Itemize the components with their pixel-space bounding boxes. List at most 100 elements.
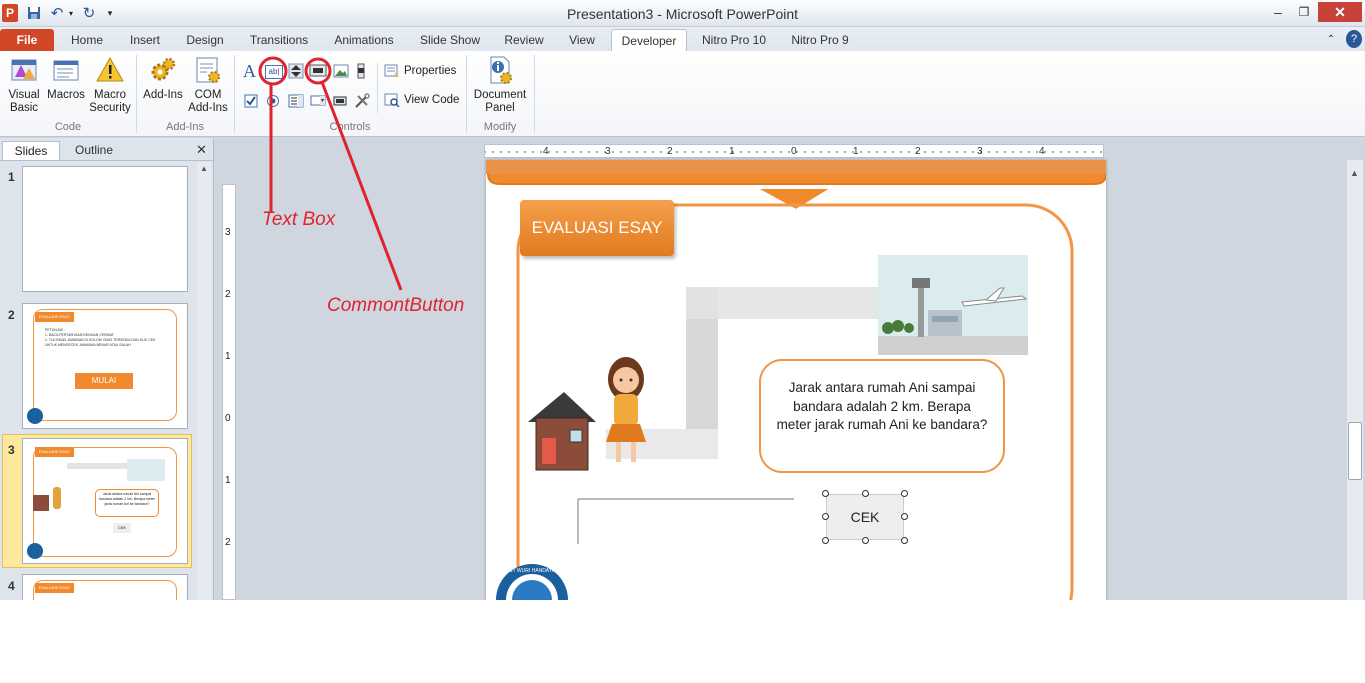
warning-icon (96, 56, 124, 82)
minimize-ribbon-icon[interactable]: ⌃ (1324, 29, 1338, 51)
resize-handle[interactable] (901, 490, 908, 497)
mini-start-button: MULAI (75, 373, 133, 389)
check-box-control-icon[interactable] (244, 94, 260, 110)
document-panel-label: Document Panel (473, 89, 527, 114)
tab-view[interactable]: View (560, 29, 604, 51)
separator (377, 63, 378, 113)
tab-slides[interactable]: Slides (2, 141, 60, 160)
ruler-label: 3 (605, 146, 611, 157)
more-controls-icon[interactable] (354, 93, 370, 109)
tab-animations[interactable]: Animations (326, 29, 402, 51)
visual-basic-button[interactable]: Visual Basic (4, 55, 44, 115)
ruler-label: 1 (853, 146, 859, 157)
mini-girl (53, 487, 61, 509)
slide-canvas[interactable]: EVALUASI ESAY Jarak antara rumah Ani sam… (486, 160, 1106, 600)
group-label-add-ins: Add-Ins (166, 121, 204, 133)
powerpoint-window: P ↶ ▾ ↻ ▾ Presentation3 - Microsoft Powe… (0, 0, 1365, 600)
macros-button[interactable]: Macros (46, 55, 86, 102)
minimize-button[interactable]: – (1264, 2, 1292, 22)
tab-slide-show[interactable]: Slide Show (412, 29, 488, 51)
title-bar: P ↶ ▾ ↻ ▾ Presentation3 - Microsoft Powe… (0, 0, 1365, 27)
window-title: Presentation3 - Microsoft PowerPoint (566, 6, 799, 22)
toggle-button-control-icon[interactable] (332, 94, 348, 110)
view-code-label: View Code (404, 94, 460, 106)
slide-number: 2 (8, 308, 15, 322)
slide-thumbnail-2[interactable]: EVALUASI ESAY PETUNJUK : 1. BACA PERTANY… (22, 303, 188, 429)
visual-basic-label: Visual Basic (8, 89, 40, 114)
ruler-label: 1 (225, 475, 231, 486)
restore-button[interactable]: ❐ (1290, 2, 1318, 22)
question-text[interactable]: Jarak antara rumah Ani sampai bandara ad… (774, 379, 990, 435)
mini-instructions: PETUNJUK : 1. BACA PERTANYAAN DENGAN CER… (45, 328, 156, 348)
slide-thumbnail-1[interactable] (22, 166, 188, 292)
check-command-button[interactable]: CEK (826, 494, 904, 540)
scroll-thumb[interactable] (1348, 422, 1362, 480)
scroll-up-icon[interactable]: ▲ (200, 164, 208, 173)
list-box-control-icon[interactable] (288, 94, 304, 110)
resize-handle[interactable] (901, 537, 908, 544)
com-add-ins-button[interactable]: COM Add-Ins (186, 55, 230, 115)
mini-line: UNTUK MENGECEK JAWABAN BENAR ATAU SALAH (45, 343, 131, 347)
macro-security-button[interactable]: Macro Security (88, 55, 132, 115)
gear-icon (151, 57, 176, 81)
ribbon-tabs: File Home Insert Design Transitions Anim… (0, 27, 1365, 51)
group-label-controls: Controls (329, 121, 371, 133)
resize-handle[interactable] (862, 537, 869, 544)
tab-home[interactable]: Home (62, 29, 112, 51)
slide-thumbnail-3[interactable]: EVALUASI ESAY Jarak antara rumah Ani sam… (22, 438, 188, 564)
close-button[interactable]: ✕ (1318, 2, 1362, 22)
tab-nitro-pro-10[interactable]: Nitro Pro 10 (696, 29, 772, 51)
help-icon[interactable]: ? (1346, 30, 1362, 48)
tab-insert[interactable]: Insert (120, 29, 170, 51)
document-panel-button[interactable]: Document Panel (470, 55, 530, 115)
view-code-button[interactable]: View Code (384, 93, 459, 107)
tab-transitions[interactable]: Transitions (242, 29, 316, 51)
text-box-annotation: Text Box (262, 209, 336, 230)
scroll-bar-control-icon[interactable] (355, 63, 371, 79)
view-code-icon (384, 93, 400, 107)
resize-handle[interactable] (862, 490, 869, 497)
properties-button[interactable]: Properties (384, 64, 456, 78)
resize-handle[interactable] (822, 513, 829, 520)
tab-nitro-pro-9[interactable]: Nitro Pro 9 (784, 29, 856, 51)
mini-tag: EVALUASI ESAY (35, 447, 74, 457)
document-panel-icon (490, 56, 512, 84)
macros-icon (53, 60, 79, 81)
vertical-ruler: 3 2 1 0 1 2 (222, 184, 236, 600)
group-label-modify: Modify (483, 121, 517, 133)
resize-handle[interactable] (822, 490, 829, 497)
ruler-label: 1 (729, 146, 735, 157)
scroll-up-icon[interactable]: ▲ (1350, 168, 1359, 178)
tab-design[interactable]: Design (178, 29, 232, 51)
tab-file[interactable]: File (0, 29, 54, 51)
text-box-control-icon[interactable]: ab| (265, 65, 283, 79)
slides-pane-scrollbar[interactable]: ▲ (197, 162, 211, 600)
slide-thumbnail-4[interactable]: EVALUASI ESAY (22, 574, 188, 600)
com-add-ins-label: COM Add-Ins (188, 89, 228, 114)
slide-title-tag[interactable]: EVALUASI ESAY (520, 200, 674, 256)
ruler-label: 0 (791, 146, 797, 157)
command-button-control-icon[interactable] (309, 64, 327, 77)
tab-review[interactable]: Review (498, 29, 550, 51)
close-pane-icon[interactable]: ✕ (196, 142, 207, 158)
label-control-icon[interactable]: A (243, 62, 259, 80)
resize-handle[interactable] (901, 513, 908, 520)
macros-label: Macros (47, 89, 85, 101)
ruler-label: 1 (225, 351, 231, 362)
properties-icon (384, 64, 399, 77)
mini-check-button: CEK (113, 523, 131, 533)
resize-handle[interactable] (822, 537, 829, 544)
tab-developer[interactable]: Developer (611, 29, 687, 51)
pane-divider (0, 160, 214, 161)
add-ins-button[interactable]: Add-Ins (140, 55, 186, 102)
tab-outline[interactable]: Outline (62, 141, 126, 160)
group-divider (534, 55, 535, 133)
slide-number: 1 (8, 170, 15, 184)
logo-text: TUT WURI HANDAYANI (505, 568, 561, 574)
image-control-icon[interactable] (333, 63, 349, 79)
spin-button-control-icon[interactable] (288, 63, 304, 79)
combo-box-control-icon[interactable] (310, 94, 326, 110)
ribbon-developer: Visual Basic Macros Macro Security Code … (0, 51, 1365, 137)
option-button-control-icon[interactable] (266, 94, 282, 110)
slide-scrollbar[interactable]: ▲ (1347, 160, 1363, 600)
